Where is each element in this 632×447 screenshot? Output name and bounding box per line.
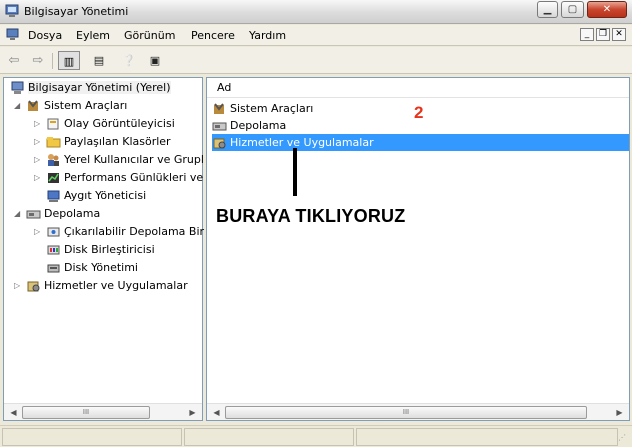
computer-management-icon [11,81,24,94]
disk-management-icon [47,264,60,273]
scroll-right-arrow-icon[interactable]: ▶ [612,405,627,420]
left-horizontal-scrollbar[interactable]: ◀ III ▶ [4,403,202,420]
annotation-pointer-line [293,148,297,196]
tree-label: Yerel Kullanıcılar ve Grupl [64,153,204,166]
tree-label: Disk Birleştiricisi [64,243,155,256]
users-icon [48,154,59,166]
tree-item-storage[interactable]: Depolama [26,206,100,222]
status-segment [356,428,618,446]
menu-window[interactable]: Pencere [191,29,235,42]
console-tree-pane: Bilgisayar Yönetimi (Yerel) ◢ Sistem Ara… [3,77,204,421]
tree-label: Disk Yönetimi [64,261,138,274]
minimize-button[interactable]: ▁ [537,1,558,18]
help-icon[interactable]: ❔ [118,51,140,70]
menu-file[interactable]: Dosya [28,29,62,42]
list-item-system-tools[interactable]: Sistem Araçları [212,100,313,117]
show-action-pane-icon[interactable]: ▣ [144,51,166,70]
mdi-close-button[interactable]: ✕ [612,28,626,41]
storage-icon [26,210,41,219]
scroll-right-arrow-icon[interactable]: ▶ [185,405,200,420]
removable-storage-icon [47,227,60,237]
menu-bar: Dosya Eylem Görünüm Pencere Yardım _ ❐ ✕ [0,25,632,46]
device-manager-icon [47,190,60,202]
tree-item-disk-management[interactable]: Disk Yönetimi [46,260,138,276]
expand-arrow-icon[interactable]: ▷ [34,152,40,168]
tree-item-local-users[interactable]: Yerel Kullanıcılar ve Grupl [46,152,204,168]
annotation-step-number: 2 [414,103,424,122]
maximize-button[interactable]: ▢ [561,1,584,18]
status-bar: ⋰ [0,425,632,447]
scrollbar-thumb[interactable]: III [22,406,150,419]
details-pane: Ad Sistem Araçları Depolama Hizmetler ve… [206,77,630,421]
services-apps-icon [27,281,40,292]
title-bar: Bilgisayar Yönetimi ▁ ▢ ✕ [0,0,632,24]
document-window-icon [6,28,19,40]
list-item-label: Sistem Araçları [230,102,314,115]
tree-label: Performans Günlükleri ve [64,171,204,184]
tree-label: Paylaşılan Klasörler [64,135,171,148]
status-segment [184,428,354,446]
expand-arrow-icon[interactable]: ▷ [34,224,40,240]
tree-item-system-tools[interactable]: Sistem Araçları [26,98,127,114]
menu-view[interactable]: Görünüm [124,29,175,42]
toolbar-separator [52,53,53,69]
scroll-left-arrow-icon[interactable]: ◀ [6,405,21,420]
expand-arrow-icon[interactable]: ▷ [34,116,40,132]
collapse-arrow-icon[interactable]: ◢ [14,206,20,222]
defragmenter-icon [47,245,60,255]
expand-arrow-icon[interactable]: ▷ [34,170,40,186]
tree-item-services-apps[interactable]: Hizmetler ve Uygulamalar [26,278,188,294]
tree-item-removable-storage[interactable]: Çıkarılabilir Depolama Bir [46,224,204,240]
tree-label: Çıkarılabilir Depolama Bir [64,225,205,238]
expand-arrow-icon[interactable]: ▷ [34,134,40,150]
resize-grip-icon[interactable]: ⋰ [618,433,630,445]
scroll-left-arrow-icon[interactable]: ◀ [209,405,224,420]
event-viewer-icon [47,118,59,130]
services-apps-icon [213,138,226,149]
tree-root-label: Bilgisayar Yönetimi (Yerel) [28,81,171,94]
storage-icon [212,122,227,131]
tree-item-defragmenter[interactable]: Disk Birleştiricisi [46,242,155,258]
status-segment [2,428,182,446]
computer-management-icon [5,4,19,17]
tree-label: Hizmetler ve Uygulamalar [44,279,188,292]
list-item-storage[interactable]: Depolama [212,117,286,134]
scrollbar-thumb[interactable]: III [225,406,587,419]
export-list-icon[interactable]: ▤ [88,51,110,70]
tree-label: Olay Görüntüleyicisi [64,117,175,130]
column-header-name[interactable]: Ad [207,78,629,98]
system-tools-icon [28,100,38,111]
system-tools-icon [214,103,224,114]
menu-help[interactable]: Yardım [249,29,286,42]
expand-arrow-icon[interactable]: ▷ [14,278,20,294]
tree-item-event-viewer[interactable]: Olay Görüntüleyicisi [46,116,175,132]
back-arrow-icon[interactable]: ⇦ [3,51,25,70]
tree-item-device-manager[interactable]: Aygıt Yöneticisi [46,188,146,204]
tree-label: Sistem Araçları [44,99,128,112]
list-item-label: Hizmetler ve Uygulamalar [230,136,374,149]
column-header-label: Ad [217,81,232,94]
shared-folder-icon [46,137,61,148]
tree-item-root[interactable]: Bilgisayar Yönetimi (Yerel) [10,80,171,96]
mdi-restore-button[interactable]: ❐ [596,28,610,41]
window-title: Bilgisayar Yönetimi [24,5,129,18]
list-item-services-apps[interactable]: Hizmetler ve Uygulamalar [212,134,629,151]
collapse-arrow-icon[interactable]: ◢ [14,98,20,114]
list-item-label: Depolama [230,119,287,132]
right-horizontal-scrollbar[interactable]: ◀ III ▶ [207,403,629,420]
annotation-instruction-text: BURAYA TIKLIYORUZ [216,206,406,226]
toolbar: ⇦ ⇨ ▥ ▤ ❔ ▣ [0,47,632,74]
tree-item-shared-folders[interactable]: Paylaşılan Klasörler [46,134,171,150]
performance-icon [48,173,59,183]
forward-arrow-icon[interactable]: ⇨ [27,51,49,70]
tree-item-performance-logs[interactable]: Performans Günlükleri ve [46,170,203,186]
show-hide-tree-icon[interactable]: ▥ [58,51,80,70]
mdi-minimize-button[interactable]: _ [580,28,594,41]
close-button[interactable]: ✕ [587,1,627,18]
tree-label: Aygıt Yöneticisi [64,189,147,202]
tree-label: Depolama [44,207,101,220]
menu-action[interactable]: Eylem [76,29,110,42]
